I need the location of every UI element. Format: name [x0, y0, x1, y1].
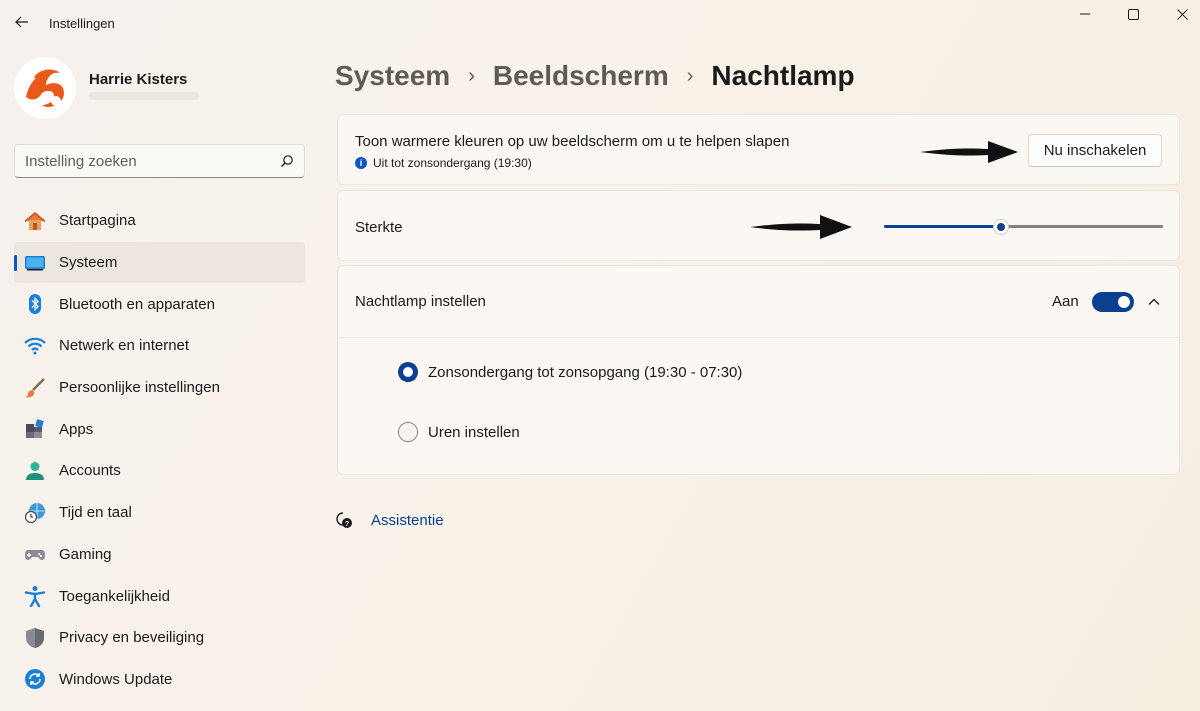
- slider-fill: [884, 225, 1002, 228]
- sidebar-item-label: Toegankelijkheid: [59, 587, 170, 605]
- turn-on-now-button[interactable]: Nu inschakelen: [1028, 134, 1162, 167]
- chevron-up-icon[interactable]: [1146, 294, 1162, 310]
- nightlight-status-text: Uit tot zonsondergang (19:30): [373, 156, 532, 170]
- maximize-icon: [1127, 8, 1139, 20]
- brush-icon: [24, 377, 46, 399]
- sidebar-item-windows-update[interactable]: Windows Update: [14, 659, 305, 701]
- schedule-label: Nachtlamp instellen: [355, 293, 486, 310]
- minimize-icon: [1080, 13, 1090, 15]
- breadcrumb-systeem[interactable]: Systeem: [335, 60, 450, 92]
- radio-option-sunset[interactable]: Zonsondergang tot zonsopgang (19:30 - 07…: [398, 362, 742, 382]
- sidebar-item-bluetooth[interactable]: Bluetooth en apparaten: [14, 283, 305, 325]
- chevron-right-icon: ›: [686, 64, 694, 87]
- app-title: Instellingen: [49, 16, 115, 31]
- avatar-logo-icon: [14, 57, 76, 119]
- minimize-button[interactable]: [1070, 4, 1100, 24]
- schedule-card: Nachtlamp instellen Aan Zonsondergang to…: [337, 265, 1180, 475]
- arrow-right-icon: [750, 215, 852, 239]
- chevron-right-icon: ›: [468, 64, 475, 87]
- close-icon: [1176, 8, 1188, 20]
- search-input[interactable]: [25, 145, 275, 177]
- help-chat-icon: ?: [336, 512, 352, 528]
- arrow-left-icon: [15, 16, 28, 28]
- arrow-right-icon: [920, 141, 1018, 163]
- sidebar-item-tijd-en-taal[interactable]: Tijd en taal: [14, 492, 305, 534]
- wifi-icon: [24, 335, 46, 357]
- gaming-icon: [24, 543, 46, 565]
- sidebar-item-startpagina[interactable]: Startpagina: [14, 200, 305, 242]
- sidebar-item-label: Persoonlijke instellingen: [59, 379, 220, 397]
- help-label: Assistentie: [371, 511, 444, 529]
- divider: [338, 337, 1179, 338]
- info-icon: i: [355, 157, 367, 169]
- accounts-icon: [24, 460, 46, 482]
- radio-option-hours[interactable]: Uren instellen: [398, 422, 520, 442]
- shield-icon: [24, 627, 46, 649]
- page-title: Nachtlamp: [711, 60, 855, 91]
- apps-icon: [24, 418, 46, 440]
- sidebar-item-label: Systeem: [59, 254, 118, 272]
- nightlight-description: Toon warmere kleuren op uw beeldscherm o…: [355, 133, 790, 150]
- sidebar-item-label: Gaming: [59, 545, 112, 563]
- bluetooth-icon: [24, 293, 46, 315]
- sidebar-item-privacy[interactable]: Privacy en beveiliging: [14, 617, 305, 659]
- sidebar-item-systeem[interactable]: Systeem: [14, 241, 305, 284]
- close-button[interactable]: [1167, 4, 1197, 24]
- radio-label: Zonsondergang tot zonsopgang (19:30 - 07…: [428, 363, 743, 381]
- strength-slider[interactable]: [884, 218, 1163, 236]
- home-icon: [24, 210, 46, 232]
- nightlight-card: Toon warmere kleuren op uw beeldscherm o…: [337, 114, 1180, 185]
- back-button[interactable]: [10, 10, 34, 34]
- breadcrumb-beeldscherm[interactable]: Beeldscherm: [493, 60, 669, 92]
- strength-card: Sterkte: [337, 190, 1180, 261]
- sidebar-item-netwerk[interactable]: Netwerk en internet: [14, 325, 305, 367]
- sidebar-item-label: Startpagina: [59, 212, 136, 230]
- time-language-icon: [24, 502, 46, 524]
- sidebar-item-label: Apps: [59, 420, 94, 438]
- radio-label: Uren instellen: [428, 423, 520, 441]
- strength-label: Sterkte: [355, 219, 403, 236]
- accessibility-icon: [24, 585, 46, 608]
- sidebar-item-toegankelijkheid[interactable]: Toegankelijkheid: [14, 575, 305, 617]
- svg-text:?: ?: [345, 521, 349, 528]
- slider-thumb[interactable]: [993, 219, 1010, 235]
- search-box[interactable]: [14, 144, 305, 178]
- sidebar-item-accounts[interactable]: Accounts: [14, 450, 305, 492]
- breadcrumb: Systeem › Beeldscherm › Nachtlamp: [335, 58, 855, 94]
- user-name: Harrie Kisters: [89, 71, 188, 88]
- sidebar-item-label: Bluetooth en apparaten: [59, 295, 215, 313]
- sidebar-item-gaming[interactable]: Gaming: [14, 534, 305, 576]
- schedule-toggle[interactable]: [1092, 292, 1134, 312]
- title-bar: Instellingen: [0, 0, 1200, 44]
- sidebar-item-label: Tijd en taal: [59, 504, 132, 522]
- sidebar-item-label: Accounts: [59, 462, 121, 480]
- sidebar-item-persoonlijke-instellingen[interactable]: Persoonlijke instellingen: [14, 367, 305, 409]
- sidebar-item-apps[interactable]: Apps: [14, 408, 305, 450]
- toggle-state-label: Aan: [1052, 293, 1079, 310]
- system-icon: [24, 252, 46, 274]
- help-link[interactable]: ? Assistentie: [335, 511, 444, 529]
- sidebar-item-label: Windows Update: [59, 670, 173, 688]
- sidebar-item-label: Netwerk en internet: [59, 337, 190, 355]
- sidebar-nav: Startpagina Systeem Bluetooth en apparat…: [14, 200, 305, 700]
- radio-unselected[interactable]: [398, 422, 418, 442]
- sidebar-item-label: Privacy en beveiliging: [59, 629, 205, 647]
- user-email-redacted: [89, 92, 199, 100]
- search-icon[interactable]: [280, 154, 294, 168]
- update-icon: [24, 668, 46, 690]
- maximize-button[interactable]: [1118, 4, 1148, 24]
- avatar[interactable]: [14, 57, 76, 119]
- radio-selected[interactable]: [398, 362, 418, 382]
- nightlight-status: i Uit tot zonsondergang (19:30): [355, 156, 532, 170]
